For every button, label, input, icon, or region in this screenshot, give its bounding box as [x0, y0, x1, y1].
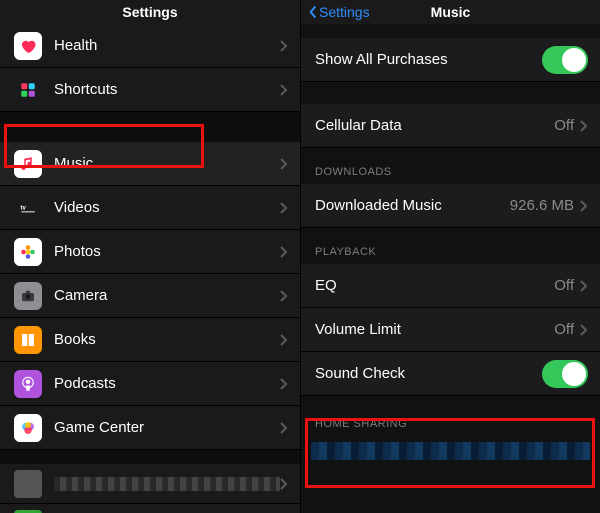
settings-row-videos[interactable]: tv Videos [0, 186, 300, 230]
row-label: Cellular Data [315, 117, 554, 134]
settings-row-photos[interactable]: Photos [0, 230, 300, 274]
chevron-right-icon [280, 40, 288, 52]
settings-row-shortcuts[interactable]: Shortcuts [0, 68, 300, 112]
shortcuts-icon [14, 76, 42, 104]
settings-row-books[interactable]: Books [0, 318, 300, 362]
row-label: Music [54, 155, 280, 172]
row-value: Off [554, 117, 574, 134]
chevron-right-icon [280, 478, 288, 490]
svg-text:tv: tv [21, 205, 27, 211]
chevron-right-icon [280, 378, 288, 390]
camera-icon [14, 282, 42, 310]
chevron-right-icon [280, 158, 288, 170]
row-volume-limit[interactable]: Volume Limit Off [301, 308, 600, 352]
row-sound-check[interactable]: Sound Check [301, 352, 600, 396]
row-eq[interactable]: EQ Off [301, 264, 600, 308]
row-value: Off [554, 277, 574, 294]
toggle-show-all-purchases[interactable] [542, 46, 588, 74]
chevron-right-icon [280, 84, 288, 96]
row-cellular-data[interactable]: Cellular Data Off [301, 104, 600, 148]
settings-row-music[interactable]: Music [0, 142, 300, 186]
row-label: Videos [54, 199, 280, 216]
row-value: 926.6 MB [510, 197, 574, 214]
row-value: Off [554, 321, 574, 338]
settings-header: Settings [0, 0, 300, 24]
photos-icon [14, 238, 42, 266]
row-label: Volume Limit [315, 321, 554, 338]
section-header-downloads: DOWNLOADS [301, 148, 600, 184]
settings-row-podcasts[interactable]: Podcasts [0, 362, 300, 406]
spacer [0, 112, 300, 142]
row-label: Camera [54, 287, 280, 304]
row-label: EQ [315, 277, 554, 294]
settings-row-game-center[interactable]: Game Center [0, 406, 300, 450]
chevron-right-icon [280, 290, 288, 302]
section-header-home-sharing: HOME SHARING [301, 396, 600, 436]
music-title: Music [431, 4, 471, 20]
chevron-right-icon [580, 280, 588, 292]
obscured-icon [14, 470, 42, 498]
chevron-right-icon [280, 422, 288, 434]
settings-row-obscured[interactable] [0, 504, 300, 513]
row-downloaded-music[interactable]: Downloaded Music 926.6 MB [301, 184, 600, 228]
game-center-icon [14, 414, 42, 442]
chevron-right-icon [280, 202, 288, 214]
spacer [301, 82, 600, 104]
chevron-right-icon [280, 246, 288, 258]
row-show-all-purchases[interactable]: Show All Purchases [301, 38, 600, 82]
row-label: Photos [54, 243, 280, 260]
toggle-sound-check[interactable] [542, 360, 588, 388]
settings-row-health[interactable]: Health [0, 24, 300, 68]
spacer [0, 450, 300, 464]
obscured-label [54, 477, 280, 491]
obscured-home-sharing-content [311, 442, 590, 460]
chevron-right-icon [580, 324, 588, 336]
settings-title: Settings [122, 4, 177, 20]
section-header-playback: PLAYBACK [301, 228, 600, 264]
back-label: Settings [319, 4, 370, 20]
chevron-right-icon [280, 334, 288, 346]
row-label: Health [54, 37, 280, 54]
music-icon [14, 150, 42, 178]
settings-row-obscured[interactable] [0, 464, 300, 504]
row-label: Books [54, 331, 280, 348]
podcasts-icon [14, 370, 42, 398]
chevron-right-icon [580, 120, 588, 132]
health-icon [14, 32, 42, 60]
spacer [301, 24, 600, 38]
settings-pane: Settings Health Shortcuts Music tv Video… [0, 0, 300, 513]
row-label: Downloaded Music [315, 197, 510, 214]
back-button[interactable]: Settings [307, 4, 370, 20]
row-label: Shortcuts [54, 81, 280, 98]
row-label: Sound Check [315, 365, 542, 382]
videos-icon: tv [14, 194, 42, 222]
settings-row-camera[interactable]: Camera [0, 274, 300, 318]
books-icon [14, 326, 42, 354]
row-label: Show All Purchases [315, 51, 542, 68]
music-settings-pane: Settings Music Show All Purchases Cellul… [300, 0, 600, 513]
music-header: Settings Music [301, 0, 600, 24]
chevron-right-icon [580, 200, 588, 212]
row-label: Podcasts [54, 375, 280, 392]
obscured-icon [14, 510, 42, 513]
row-label: Game Center [54, 419, 280, 436]
